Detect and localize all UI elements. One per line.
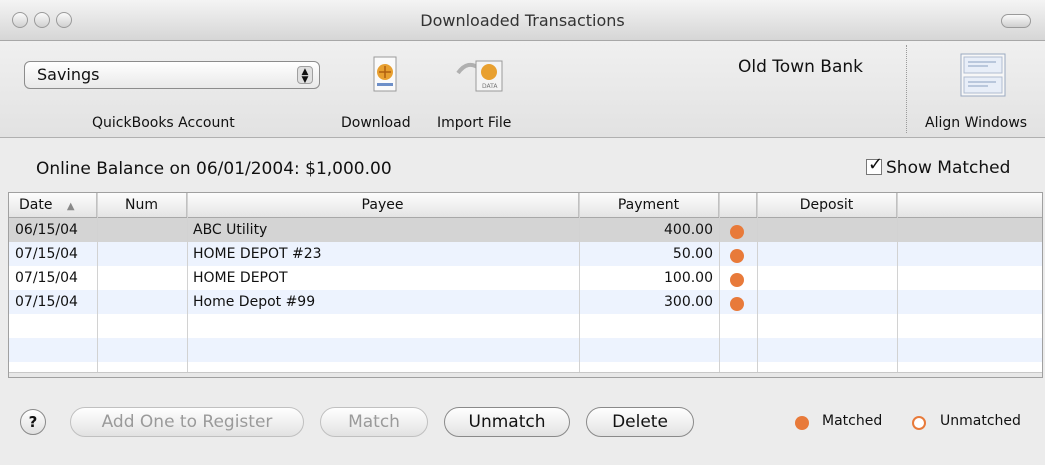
unmatched-legend-label: Unmatched [940, 413, 1021, 429]
horizontal-scrollbar[interactable] [9, 372, 1042, 377]
empty-table-row [9, 314, 1042, 338]
show-matched-checkbox[interactable]: ✓ Show Matched [866, 154, 1011, 178]
column-divider [719, 193, 720, 377]
window-title: Downloaded Transactions [420, 11, 625, 30]
bank-name: Old Town Bank [738, 57, 863, 77]
select-arrows-icon: ▲ ▼ [297, 66, 313, 85]
account-select-value: Savings [37, 65, 100, 84]
matched-status-icon [730, 249, 744, 263]
match-button[interactable]: Match [320, 407, 428, 437]
cell-payment: 50.00 [672, 246, 713, 262]
matched-status-icon [730, 273, 744, 287]
show-matched-label: Show Matched [886, 158, 1011, 178]
delete-button[interactable]: Delete [586, 407, 694, 437]
toolbar-toggle-button[interactable] [1001, 14, 1031, 28]
cell-payee: HOME DEPOT #23 [193, 246, 322, 262]
column-divider [187, 193, 188, 377]
download-button-label[interactable]: Download [341, 115, 411, 131]
column-header-date[interactable]: Date ▲ [9, 193, 97, 217]
column-divider [757, 193, 758, 377]
title-bar[interactable]: Downloaded Transactions [0, 0, 1045, 41]
matched-legend-label: Matched [822, 413, 883, 429]
svg-text:DATA: DATA [482, 83, 498, 90]
table-row[interactable]: 07/15/04 HOME DEPOT #23 50.00 [9, 242, 1042, 266]
cell-date: 07/15/04 [15, 270, 78, 286]
cell-date: 06/15/04 [15, 222, 78, 238]
matched-legend-icon [795, 416, 809, 430]
column-header-payee[interactable]: Payee [187, 193, 579, 217]
toolbar: Savings ▲ ▼ QuickBooks Account Download D… [0, 41, 1045, 138]
align-windows-icon[interactable] [960, 53, 1006, 101]
column-divider [579, 193, 580, 377]
table-row[interactable]: 07/15/04 HOME DEPOT 100.00 [9, 266, 1042, 290]
table-row[interactable]: 06/15/04 ABC Utility 400.00 [9, 218, 1042, 242]
unmatched-legend-icon [912, 416, 926, 430]
sort-ascending-icon: ▲ [66, 201, 75, 212]
matched-status-icon [730, 225, 744, 239]
downloaded-transactions-window: Downloaded Transactions Savings ▲ ▼ Quick… [0, 0, 1045, 465]
account-select[interactable]: Savings ▲ ▼ [24, 61, 320, 89]
column-header-status[interactable] [719, 193, 757, 217]
align-windows-label[interactable]: Align Windows [925, 115, 1027, 131]
empty-table-row [9, 338, 1042, 362]
account-label: QuickBooks Account [92, 115, 235, 131]
download-icon[interactable] [372, 55, 398, 99]
import-file-button-label[interactable]: Import File [437, 115, 511, 131]
column-header-extra[interactable] [897, 193, 1042, 217]
toolbar-separator [906, 45, 907, 133]
cell-payment: 400.00 [664, 222, 713, 238]
cell-payee: ABC Utility [193, 222, 268, 238]
table-header: Date ▲ Num Payee Payment Deposit [9, 193, 1042, 218]
table-row[interactable]: 07/15/04 Home Depot #99 300.00 [9, 290, 1042, 314]
column-header-payment[interactable]: Payment [579, 193, 719, 217]
import-file-icon[interactable]: DATA [456, 55, 506, 99]
cell-date: 07/15/04 [15, 246, 78, 262]
cell-date: 07/15/04 [15, 294, 78, 310]
column-header-num[interactable]: Num [97, 193, 187, 217]
help-button[interactable]: ? [20, 409, 46, 435]
transactions-table: Date ▲ Num Payee Payment Deposit 06/15/0… [8, 192, 1043, 378]
cell-payee: Home Depot #99 [193, 294, 316, 310]
column-header-deposit[interactable]: Deposit [757, 193, 897, 217]
cell-payment: 300.00 [664, 294, 713, 310]
matched-status-icon [730, 297, 744, 311]
cell-payee: HOME DEPOT [193, 270, 288, 286]
cell-payment: 100.00 [664, 270, 713, 286]
checkbox-checked-icon[interactable]: ✓ [866, 154, 883, 175]
add-one-to-register-button[interactable]: Add One to Register [70, 407, 304, 437]
online-balance-text: Online Balance on 06/01/2004: $1,000.00 [36, 159, 392, 179]
unmatch-button[interactable]: Unmatch [444, 407, 570, 437]
column-divider [97, 193, 98, 377]
column-divider [897, 193, 898, 377]
